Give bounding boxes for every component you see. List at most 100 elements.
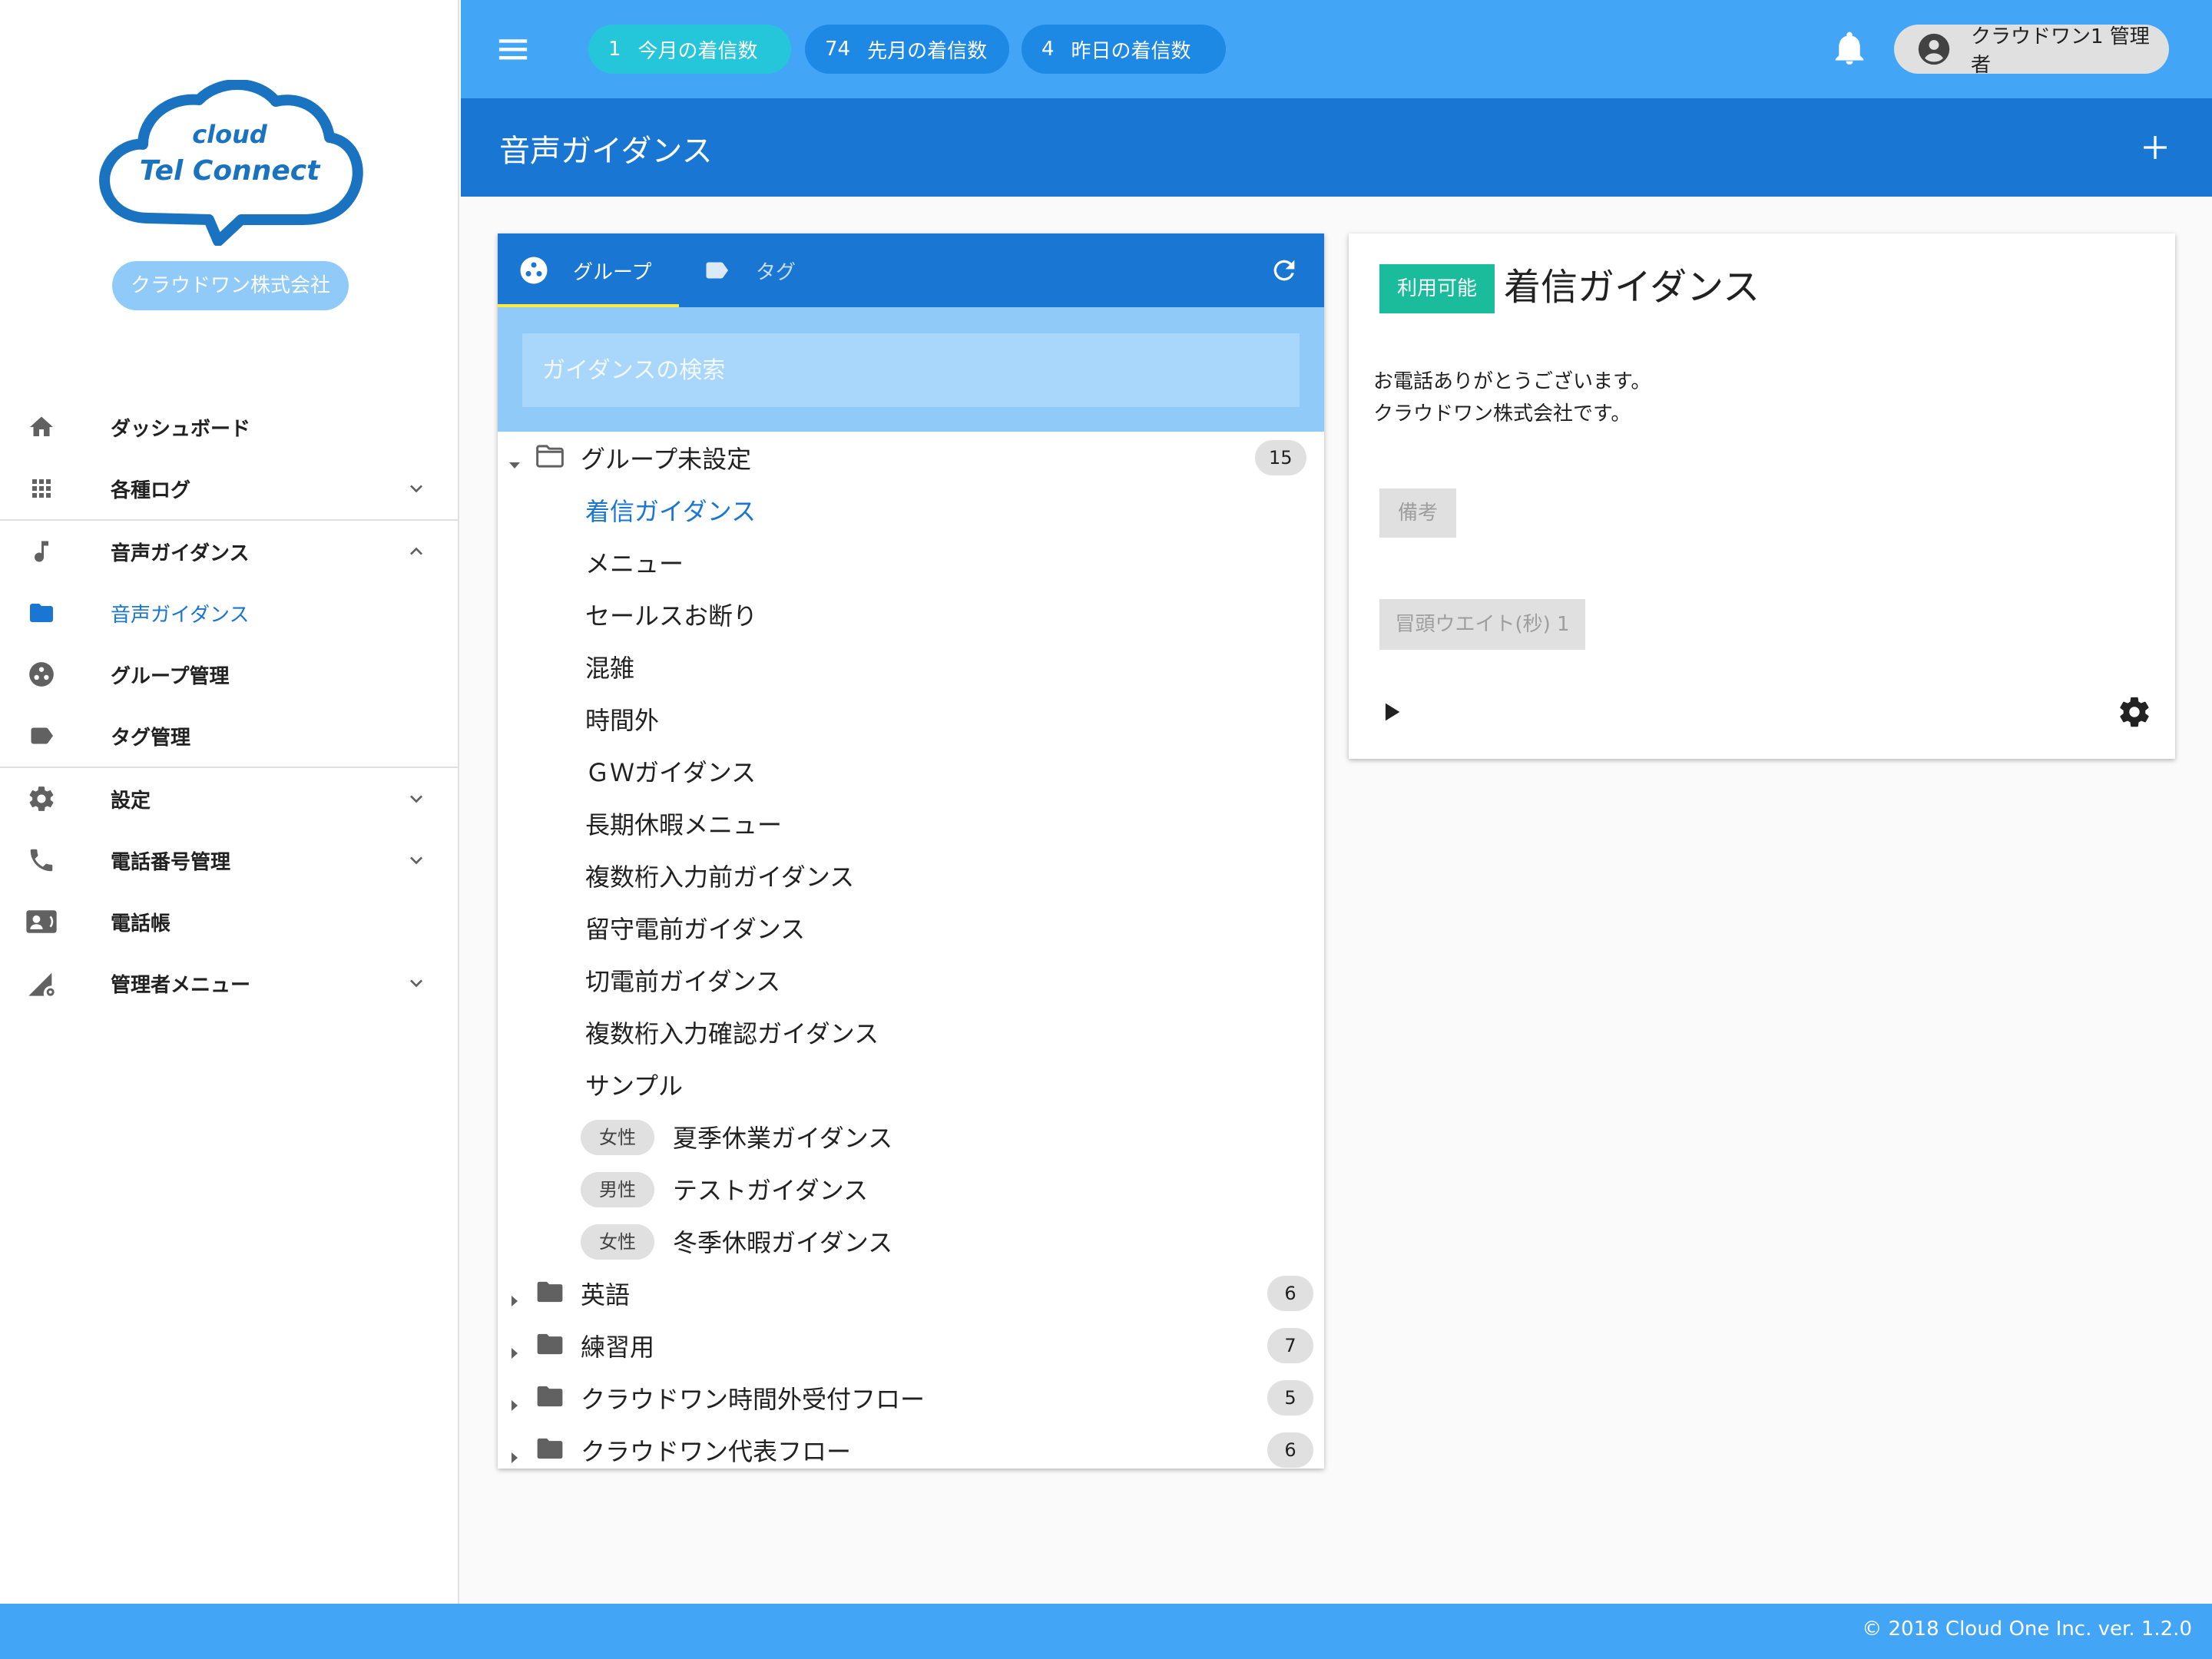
guidance-label: 留守電前ガイダンス	[585, 915, 806, 944]
voice-tag-chip: 男性	[581, 1172, 654, 1207]
chevron-down-icon[interactable]	[404, 476, 429, 501]
gear-icon[interactable]	[2117, 694, 2152, 730]
group-label: 英語	[581, 1280, 631, 1310]
search-input[interactable]	[522, 333, 1300, 407]
sidebar-item-tag-management[interactable]: タグ管理	[0, 705, 459, 767]
logo: cloud Tel Connect	[95, 79, 364, 247]
caret-right-icon[interactable]	[507, 1442, 522, 1463]
folder-icon	[535, 1330, 565, 1358]
guidance-item[interactable]: 複数桁入力確認ガイダンス	[498, 1006, 1324, 1058]
folder-icon	[535, 1382, 565, 1410]
group-row[interactable]: 英語 6	[498, 1267, 1324, 1320]
caret-down-icon[interactable]	[507, 450, 522, 469]
sidebar-item-label: ダッシュボード	[111, 417, 251, 441]
guidance-item[interactable]: 留守電前ガイダンス	[498, 902, 1324, 954]
chevron-down-icon[interactable]	[404, 786, 429, 811]
guidance-item[interactable]: 複数桁入力前ガイダンス	[498, 849, 1324, 902]
guidance-label: 冬季休暇ガイダンス	[673, 1228, 893, 1257]
sidebar: cloud Tel Connect クラウドワン株式会社 ダッシュボード 各種ロ…	[0, 0, 459, 1604]
stat-chip-last-month[interactable]: 74 先月の着信数	[805, 25, 1009, 74]
guidance-item[interactable]: 長期休暇メニュー	[498, 797, 1324, 849]
menu-icon[interactable]	[496, 34, 530, 65]
sidebar-item-dashboard[interactable]: ダッシュボード	[0, 396, 459, 458]
music-note-icon	[25, 536, 58, 567]
sidebar-item-label: グループ管理	[111, 664, 230, 688]
guidance-item[interactable]: 切電前ガイダンス	[498, 954, 1324, 1006]
group-row-ungrouped[interactable]: グループ未設定 15	[498, 432, 1324, 484]
guidance-label: 切電前ガイダンス	[585, 967, 781, 996]
sidebar-item-logs[interactable]: 各種ログ	[0, 458, 459, 519]
sidebar-item-voice-guidance-group[interactable]: 音声ガイダンス	[0, 521, 459, 582]
gear-icon	[25, 783, 58, 814]
group-row[interactable]: クラウドワン代表フロー 6	[498, 1424, 1324, 1469]
caret-right-icon[interactable]	[507, 1286, 522, 1306]
contact-card-icon	[25, 906, 58, 937]
guidance-item[interactable]: ＧＷガイダンス	[498, 745, 1324, 797]
guidance-item[interactable]: 時間外	[498, 693, 1324, 745]
group-count-badge: 6	[1267, 1432, 1313, 1468]
sidebar-item-label: 設定	[111, 789, 151, 813]
guidance-label: サンプル	[585, 1071, 684, 1101]
tab-group[interactable]: グループ	[498, 233, 651, 307]
footer: © 2018 Cloud One Inc. ver. 1.2.0	[0, 1604, 2212, 1659]
tag-icon	[700, 257, 733, 284]
group-row[interactable]: 練習用 7	[498, 1320, 1324, 1372]
tab-tag[interactable]: タグ	[700, 233, 796, 307]
guidance-item[interactable]: 着信ガイダンス	[498, 484, 1324, 536]
add-icon[interactable]	[2140, 132, 2171, 163]
user-name: クラウドワン1 管理者	[1971, 25, 2150, 77]
guidance-item[interactable]: 混雑	[498, 641, 1324, 693]
sidebar-item-voice-guidance[interactable]: 音声ガイダンス	[0, 582, 459, 644]
apps-icon	[25, 473, 58, 504]
chevron-up-icon[interactable]	[404, 539, 429, 564]
play-icon[interactable]	[1378, 699, 1404, 725]
script-line: クラウドワン株式会社です。	[1373, 402, 1631, 426]
stat-chip-this-month[interactable]: 1 今月の着信数	[588, 25, 791, 74]
guidance-item[interactable]: 男性 テストガイダンス	[498, 1163, 1324, 1215]
group-label: 練習用	[581, 1333, 655, 1362]
sidebar-item-label: タグ管理	[111, 726, 191, 750]
guidance-label: ＧＷガイダンス	[585, 758, 757, 787]
logo-text-top: cloud	[192, 120, 268, 149]
tab-label: タグ	[756, 260, 796, 284]
sidebar-nav: ダッシュボード 各種ログ 音声ガイダンス 音声ガイダンス グループ管理 タグ管理…	[0, 396, 459, 1014]
guidance-label: セールスお断り	[585, 601, 758, 631]
guidance-label: 複数桁入力前ガイダンス	[585, 863, 855, 892]
guidance-label: 夏季休業ガイダンス	[673, 1124, 893, 1153]
sidebar-item-admin-menu[interactable]: 管理者メニュー	[0, 952, 459, 1014]
title-bar: 音声ガイダンス	[461, 98, 2212, 197]
guidance-label: 着信ガイダンス	[585, 497, 757, 526]
sidebar-item-label: 音声ガイダンス	[111, 603, 250, 627]
guidance-item[interactable]: サンプル	[498, 1058, 1324, 1111]
sidebar-item-phonebook[interactable]: 電話帳	[0, 891, 459, 952]
guidance-item[interactable]: メニュー	[498, 536, 1324, 588]
guidance-label: メニュー	[585, 549, 684, 578]
stat-value: 1	[608, 38, 621, 61]
guidance-item[interactable]: 女性 夏季休業ガイダンス	[498, 1111, 1324, 1163]
sidebar-item-settings[interactable]: 設定	[0, 768, 459, 830]
user-menu[interactable]: クラウドワン1 管理者	[1894, 25, 2169, 77]
account-circle-icon	[1917, 32, 1951, 66]
folder-open-outline-icon	[535, 442, 565, 470]
chevron-down-icon[interactable]	[404, 971, 429, 995]
caret-right-icon[interactable]	[507, 1338, 522, 1359]
stat-chip-yesterday[interactable]: 4 昨日の着信数	[1022, 25, 1226, 74]
stat-label: 今月の着信数	[637, 39, 758, 63]
caret-right-icon[interactable]	[507, 1390, 522, 1411]
folder-icon	[25, 598, 58, 628]
sidebar-item-group-management[interactable]: グループ管理	[0, 644, 459, 705]
guidance-label: 複数桁入力確認ガイダンス	[585, 1019, 879, 1048]
detail-title: 着信ガイダンス	[1504, 266, 1760, 309]
bell-icon[interactable]	[1833, 31, 1866, 68]
group-label: グループ未設定	[581, 445, 752, 474]
guidance-item[interactable]: セールスお断り	[498, 588, 1324, 641]
group-row[interactable]: クラウドワン時間外受付フロー 5	[498, 1372, 1324, 1424]
refresh-icon[interactable]	[1269, 255, 1300, 286]
sidebar-item-phone-numbers[interactable]: 電話番号管理	[0, 830, 459, 891]
guidance-item[interactable]: 女性 冬季休暇ガイダンス	[498, 1215, 1324, 1267]
guidance-label: 長期休暇メニュー	[585, 810, 783, 839]
chevron-down-icon[interactable]	[404, 848, 429, 873]
company-chip: クラウドワン株式会社	[112, 261, 349, 310]
stat-value: 74	[825, 38, 851, 61]
sidebar-item-label: 電話番号管理	[111, 850, 231, 874]
